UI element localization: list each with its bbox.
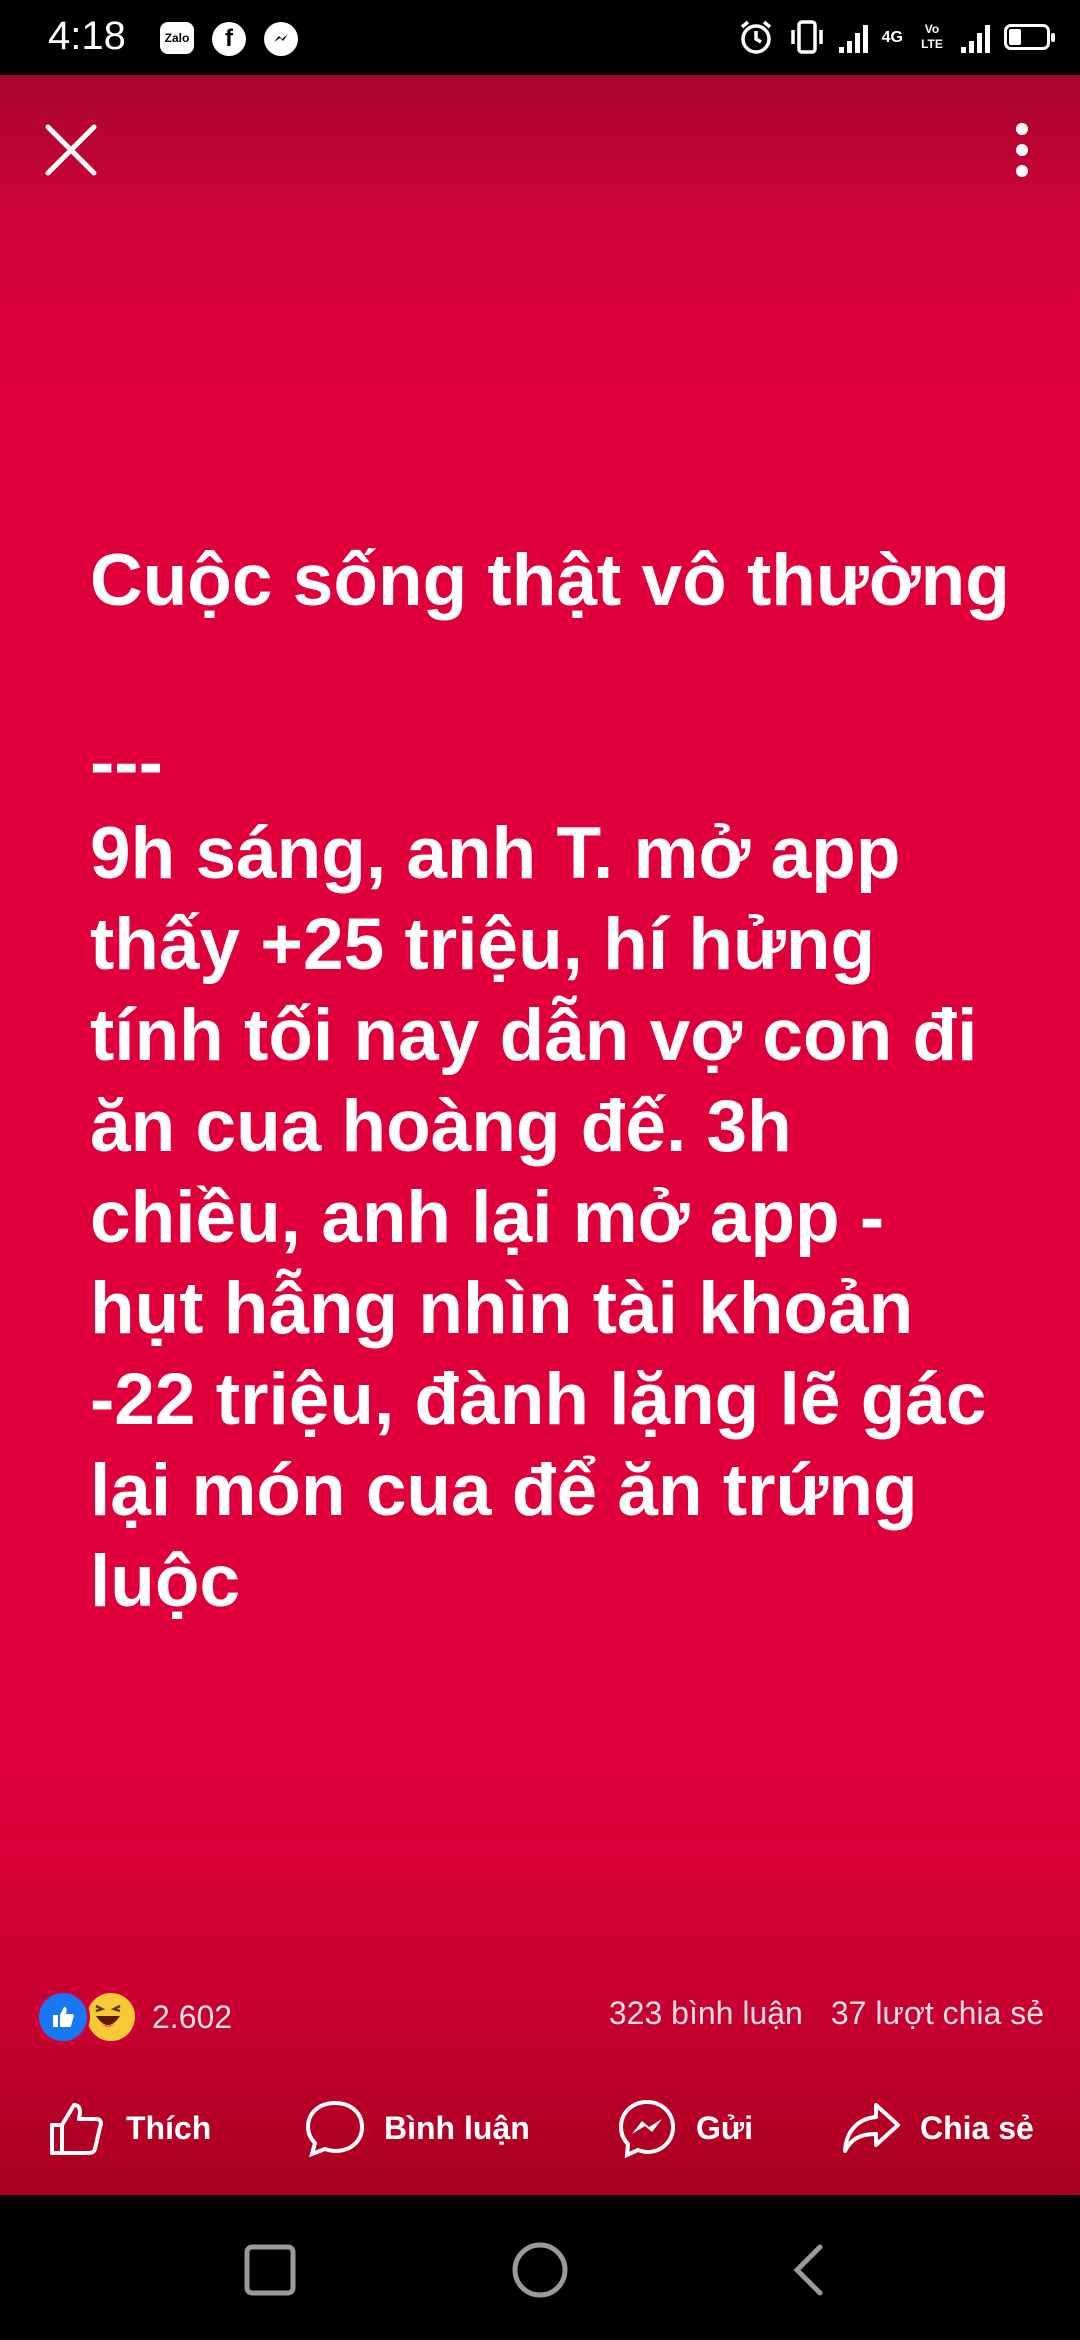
engagement-stats: 323 bình luận 37 lượt chia sẻ (609, 1995, 1044, 2032)
recent-apps-icon[interactable] (235, 2235, 305, 2305)
zalo-icon: Zalo (160, 22, 194, 54)
close-icon[interactable] (36, 115, 106, 185)
haha-reaction-icon (84, 1990, 138, 2044)
post-viewer: Cuộc sống thật vô thường --- 9h sáng, an… (0, 75, 1080, 2195)
post-text: Cuộc sống thật vô thường --- 9h sáng, an… (90, 540, 1010, 1622)
signal-icon (838, 21, 868, 53)
comment-icon (305, 2100, 365, 2158)
more-options-icon[interactable] (992, 115, 1052, 185)
reaction-count: 2.602 (152, 1998, 233, 2035)
home-icon[interactable] (505, 2235, 575, 2305)
share-count[interactable]: 37 lượt chia sẻ (831, 1995, 1044, 2032)
reaction-summary[interactable]: 2.602 (36, 1990, 232, 2044)
send-button[interactable]: Gửi (616, 2097, 753, 2159)
battery-icon (1004, 24, 1055, 50)
status-right-icons: 4G Vo LTE (737, 18, 1055, 56)
like-label: Thích (126, 2109, 212, 2146)
messenger-send-icon (618, 2099, 676, 2159)
send-label: Gửi (696, 2109, 753, 2146)
status-time: 4:18 (48, 14, 126, 58)
like-reaction-icon (36, 1990, 90, 2044)
comment-count[interactable]: 323 bình luận (609, 1995, 803, 2032)
like-icon (50, 2103, 103, 2155)
status-bar: 4:18 Zalo f 4G Vo LTE (0, 0, 1080, 75)
vibrate-icon (790, 20, 823, 54)
back-icon[interactable] (775, 2235, 845, 2305)
facebook-icon: f (212, 22, 246, 56)
comment-button[interactable]: Bình luận (304, 2097, 530, 2159)
system-nav-bar (0, 2195, 1080, 2340)
messenger-icon (264, 22, 298, 56)
comment-label: Bình luận (384, 2109, 530, 2146)
like-button[interactable]: Thích (46, 2097, 211, 2159)
battery-level (1009, 29, 1021, 45)
signal-icon-2 (961, 21, 990, 53)
volte-icon: Vo LTE (921, 22, 943, 51)
share-icon (843, 2103, 900, 2153)
share-button[interactable]: Chia sẻ (840, 2097, 1034, 2159)
alarm-icon (740, 20, 771, 54)
network-4g-icon: 4G (881, 28, 903, 46)
notification-icons: Zalo f (160, 22, 298, 56)
action-bar: Thích Bình luận Gửi Chia sẻ (0, 2075, 1080, 2175)
share-label: Chia sẻ (920, 2109, 1034, 2146)
